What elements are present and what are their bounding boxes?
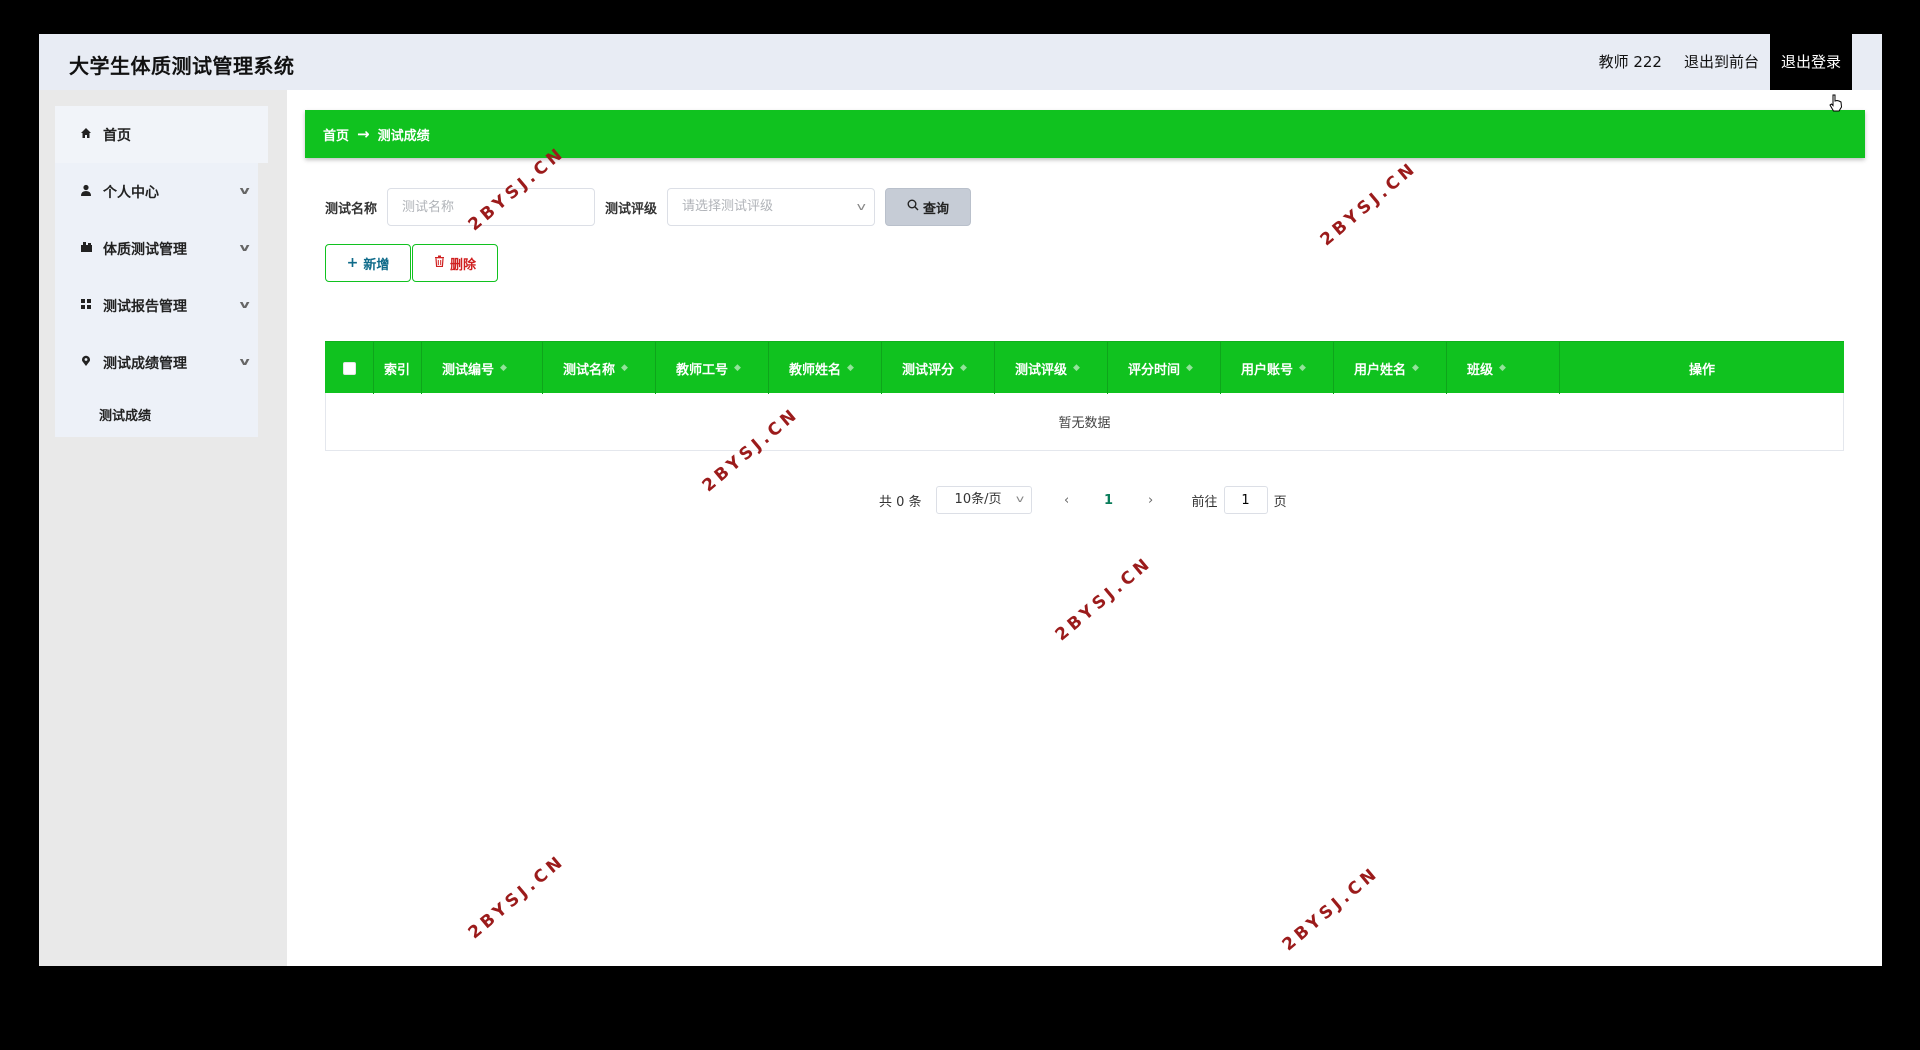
test-grade-label: 测试评级 (605, 201, 658, 217)
user-icon (79, 184, 93, 199)
select-all-checkbox-cell (325, 342, 374, 394)
select-all-checkbox[interactable] (342, 361, 356, 375)
sort-icon: ◆ (1073, 363, 1080, 373)
column-header-label: 测试名称 (563, 362, 616, 378)
goto-suffix: 页 (1273, 494, 1287, 510)
arrow-right-icon: → (357, 125, 370, 143)
chevron-down-icon: v (239, 241, 250, 254)
dumbbell-icon (79, 241, 93, 256)
pagination: 共 0 条 10条/页 v ‹ 1 › 前往 页 (879, 486, 1287, 514)
add-button[interactable]: + 新增 (325, 244, 411, 282)
app-window: 大学生体质测试管理系统 教师 222 退出到前台 退出登录 首页 个人中心 v (39, 34, 1882, 966)
column-header-class[interactable]: 班级 ◆ (1447, 342, 1560, 394)
column-header-test-grade[interactable]: 测试评级 ◆ (995, 342, 1108, 394)
column-header-label: 测试评分 (902, 362, 955, 378)
exit-to-front-link[interactable]: 退出到前台 (1673, 34, 1770, 90)
column-header-label: 评分时间 (1128, 362, 1181, 378)
table-header: 索引 测试编号 ◆ 测试名称 ◆ 教师工号 ◆ 教师姓名 ◆ 测试评分 ◆ 测试评级 ◆ 评… (325, 341, 1844, 394)
trash-icon (434, 255, 445, 271)
sidebar-subitem-test-score[interactable]: 测试成绩 (55, 391, 258, 437)
sort-icon: ◆ (1499, 363, 1506, 373)
sort-icon: ◆ (500, 363, 507, 373)
sort-icon: ◆ (621, 363, 628, 373)
column-header-label: 测试编号 (442, 362, 495, 378)
column-header-label: 用户姓名 (1354, 362, 1407, 378)
column-header-user-name[interactable]: 用户姓名 ◆ (1334, 342, 1447, 394)
home-icon (79, 127, 93, 142)
main-content: 首页 → 测试成绩 测试名称 测试评级 请选择测试评级 v 查询 + 新增 (287, 90, 1882, 966)
sort-icon: ◆ (1299, 363, 1306, 373)
sidebar-item-fitness-test[interactable]: 体质测试管理 v (55, 220, 258, 277)
grid-icon (79, 298, 93, 313)
sidebar-item-test-report[interactable]: 测试报告管理 v (55, 277, 258, 334)
chevron-down-icon: v (239, 298, 250, 311)
app-title: 大学生体质测试管理系统 (69, 54, 295, 78)
chevron-down-icon: v (1015, 494, 1024, 505)
column-header-label: 教师工号 (676, 362, 729, 378)
search-icon (907, 199, 919, 215)
location-icon (79, 355, 93, 370)
column-header-index: 索引 (374, 342, 422, 394)
column-header-label: 用户账号 (1241, 362, 1294, 378)
user-label: 教师 222 (1598, 53, 1662, 71)
query-button[interactable]: 查询 (885, 188, 972, 226)
score-table: 索引 测试编号 ◆ 测试名称 ◆ 教师工号 ◆ 教师姓名 ◆ 测试评分 ◆ 测试评级 ◆ 评… (325, 341, 1844, 451)
chevron-down-icon: v (239, 184, 250, 197)
test-grade-placeholder: 请选择测试评级 (682, 199, 774, 214)
sort-icon: ◆ (1186, 363, 1193, 373)
sidebar-item-label: 首页 (103, 127, 131, 144)
sidebar-item-test-score[interactable]: 测试成绩管理 v (55, 334, 258, 391)
breadcrumb-current: 测试成绩 (377, 128, 430, 144)
column-header-user-account[interactable]: 用户账号 ◆ (1221, 342, 1334, 394)
sidebar-menu: 首页 个人中心 v 体质测试管理 v 测试报告管理 v 测试成绩管理 v 测试成… (55, 106, 268, 437)
goto-prefix: 前往 (1191, 494, 1218, 510)
sidebar-item-home[interactable]: 首页 (55, 106, 268, 163)
column-header-teacher-name[interactable]: 教师姓名 ◆ (769, 342, 882, 394)
logout-link[interactable]: 退出登录 (1769, 34, 1852, 90)
prev-page-button[interactable]: ‹ (1052, 493, 1082, 508)
column-header-operation: 操作 (1688, 362, 1715, 378)
breadcrumb: 首页 → 测试成绩 (305, 110, 1865, 158)
sidebar: 首页 个人中心 v 体质测试管理 v 测试报告管理 v 测试成绩管理 v 测试成… (39, 90, 287, 966)
page-size-select[interactable]: 10条/页 v (935, 486, 1032, 514)
breadcrumb-home[interactable]: 首页 (323, 125, 349, 144)
top-header: 大学生体质测试管理系统 教师 222 退出到前台 退出登录 (39, 34, 1882, 90)
header-actions: 教师 222 退出到前台 退出登录 (1588, 34, 1852, 90)
column-header-label: 班级 (1467, 362, 1494, 378)
sort-icon: ◆ (734, 363, 741, 373)
table-empty-message: 暂无数据 (325, 393, 1844, 451)
column-header-label: 测试评级 (1015, 362, 1068, 378)
test-grade-select[interactable]: 请选择测试评级 v (667, 188, 876, 226)
column-header-test-id[interactable]: 测试编号 ◆ (422, 342, 543, 394)
pagination-total: 共 0 条 (879, 494, 922, 510)
page-size-value: 10条/页 (954, 492, 1002, 507)
sort-icon: ◆ (1412, 363, 1419, 373)
add-button-label: 新增 (363, 257, 390, 273)
page-number-current[interactable]: 1 (1094, 493, 1124, 508)
sidebar-item-label: 测试成绩管理 (103, 355, 187, 372)
column-header-teacher-id[interactable]: 教师工号 ◆ (656, 342, 769, 394)
sort-icon: ◆ (847, 363, 854, 373)
delete-button-label: 删除 (449, 257, 476, 273)
sort-icon: ◆ (960, 363, 967, 373)
test-name-label: 测试名称 (325, 201, 378, 217)
delete-button[interactable]: 删除 (412, 244, 498, 282)
sidebar-item-label: 个人中心 (103, 184, 159, 201)
action-buttons: + 新增 删除 (325, 244, 498, 282)
plus-icon: + (346, 255, 359, 271)
column-header-label: 教师姓名 (789, 362, 842, 378)
chevron-down-icon: v (856, 200, 866, 213)
sidebar-item-personal-center[interactable]: 个人中心 v (55, 163, 258, 220)
sidebar-item-label: 测试报告管理 (103, 298, 187, 315)
next-page-button[interactable]: › (1136, 493, 1166, 508)
column-header-score-time[interactable]: 评分时间 ◆ (1108, 342, 1221, 394)
goto-page-input[interactable] (1223, 486, 1268, 514)
search-form: 测试名称 测试评级 请选择测试评级 v 查询 (325, 188, 972, 226)
chevron-down-icon: v (239, 355, 250, 368)
column-header-test-score[interactable]: 测试评分 ◆ (882, 342, 995, 394)
hand-cursor-icon (1829, 94, 1843, 112)
query-button-label: 查询 (923, 201, 950, 217)
column-header-test-name[interactable]: 测试名称 ◆ (543, 342, 656, 394)
sidebar-item-label: 体质测试管理 (103, 241, 187, 258)
